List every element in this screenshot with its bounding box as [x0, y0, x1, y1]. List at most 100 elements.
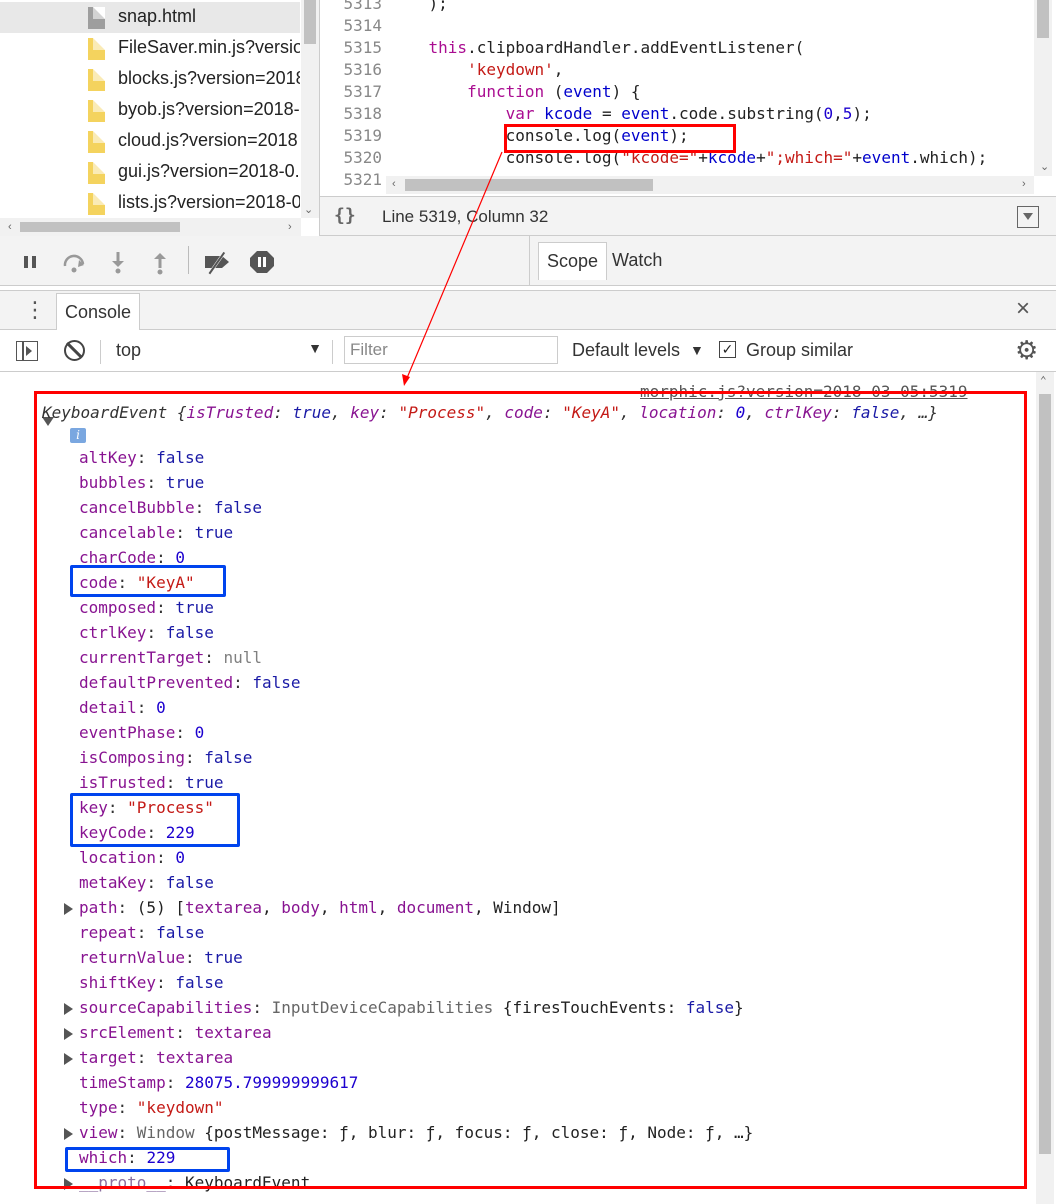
- expand-arrow-icon[interactable]: [64, 1178, 73, 1190]
- code-token: console.log(: [390, 126, 622, 145]
- step-out-icon[interactable]: [146, 248, 174, 276]
- property-row[interactable]: sourceCapabilities: InputDeviceCapabilit…: [79, 998, 744, 1023]
- code-line[interactable]: 5313 );: [320, 0, 1056, 16]
- info-icon[interactable]: i: [70, 428, 86, 443]
- code-line[interactable]: 5314: [320, 16, 1056, 38]
- expand-arrow-icon[interactable]: [64, 903, 73, 915]
- property-colon: :: [184, 748, 205, 767]
- tab-console[interactable]: Console: [56, 293, 141, 330]
- code-line[interactable]: 5320 console.log("kcode="+kcode+";which=…: [320, 148, 1056, 170]
- code-line[interactable]: 5319 console.log(event);: [320, 126, 1056, 148]
- console-scroll-up-icon[interactable]: ⌃: [1040, 374, 1047, 387]
- file-item[interactable]: FileSaver.min.js?versio: [0, 33, 300, 64]
- file-item[interactable]: byob.js?version=2018-: [0, 95, 300, 126]
- pause-on-exceptions-icon[interactable]: [248, 248, 276, 276]
- code-line[interactable]: 5318 var kcode = event.code.substring(0,…: [320, 104, 1056, 126]
- execution-context-select[interactable]: top ▼: [116, 340, 322, 364]
- tab-scope[interactable]: Scope: [538, 242, 608, 280]
- scroll-right-arrow-icon[interactable]: ›: [288, 221, 292, 233]
- file-icon: [88, 193, 105, 215]
- expand-arrow-icon[interactable]: [64, 1003, 73, 1015]
- pretty-print-braces-icon[interactable]: {}: [334, 205, 356, 226]
- property-value: true: [175, 598, 214, 617]
- console-scroll-thumb[interactable]: [1039, 394, 1051, 1154]
- property-row[interactable]: __proto__: KeyboardEvent: [79, 1173, 310, 1198]
- expand-arrow-icon[interactable]: [64, 1028, 73, 1040]
- property-value: "Process": [127, 798, 214, 817]
- file-item[interactable]: lists.js?version=2018-0: [0, 188, 300, 219]
- property-value: textarea: [184, 898, 263, 917]
- editor-scroll-thumb[interactable]: [1037, 0, 1049, 38]
- line-number[interactable]: 5318: [320, 104, 382, 123]
- property-colon: :: [107, 798, 128, 817]
- group-similar-checkbox[interactable]: ✓: [719, 341, 736, 358]
- editor-scroll-left-icon[interactable]: ‹: [392, 178, 396, 190]
- property-value: true: [204, 948, 243, 967]
- file-icon: [88, 162, 105, 184]
- chevron-down-icon[interactable]: ▼: [690, 342, 704, 358]
- line-number[interactable]: 5313: [320, 0, 382, 13]
- property-colon: :: [117, 898, 137, 917]
- gear-icon[interactable]: ⚙: [1015, 335, 1038, 366]
- code-token: event: [862, 148, 911, 167]
- deactivate-breakpoints-icon[interactable]: [202, 248, 230, 276]
- code-line[interactable]: 5315 this.clipboardHandler.addEventListe…: [320, 38, 1056, 60]
- editor-hscroll-thumb[interactable]: [405, 179, 653, 191]
- line-number[interactable]: 5316: [320, 60, 382, 79]
- scroll-down-arrow-icon[interactable]: ⌄: [304, 203, 313, 216]
- step-over-icon[interactable]: [60, 248, 88, 276]
- property-key: detail: [79, 698, 137, 717]
- code-line[interactable]: 5316 'keydown',: [320, 60, 1056, 82]
- tab-watch[interactable]: Watch: [604, 242, 670, 280]
- file-item[interactable]: snap.html: [0, 2, 300, 33]
- line-number[interactable]: 5317: [320, 82, 382, 101]
- property-key: target: [79, 1048, 137, 1067]
- property-value: 0: [156, 698, 166, 717]
- filter-input[interactable]: [344, 336, 558, 364]
- code-line[interactable]: 5317 function (event) {: [320, 82, 1056, 104]
- toggle-drawer-icon[interactable]: [1017, 206, 1039, 228]
- editor-scroll-down-icon[interactable]: ⌄: [1040, 160, 1049, 173]
- expand-arrow-icon[interactable]: [64, 1053, 73, 1065]
- line-number[interactable]: 5315: [320, 38, 382, 57]
- navigator-hscroll-thumb[interactable]: [20, 222, 180, 232]
- show-console-sidebar-icon[interactable]: [16, 341, 38, 361]
- file-item[interactable]: blocks.js?version=2018: [0, 64, 300, 95]
- property-key: code: [79, 573, 118, 592]
- step-into-icon[interactable]: [104, 248, 132, 276]
- log-levels-select[interactable]: Default levels: [572, 340, 680, 361]
- property-row[interactable]: target: textarea: [79, 1048, 233, 1073]
- source-link[interactable]: morphic.js?version=2018-03-05:5319: [640, 382, 968, 401]
- file-item[interactable]: cloud.js?version=2018: [0, 126, 300, 157]
- close-drawer-icon[interactable]: ×: [1016, 295, 1030, 323]
- code-token: .which);: [910, 148, 988, 167]
- line-number[interactable]: 5319: [320, 126, 382, 145]
- line-number[interactable]: 5314: [320, 16, 382, 35]
- summary-token: key: [350, 403, 380, 422]
- code-editor[interactable]: 5313 ); 5314 5315 this.clipboardHandler.ad…: [320, 0, 1056, 196]
- pause-icon[interactable]: [16, 248, 44, 276]
- object-summary[interactable]: KeyboardEvent {isTrusted: true, key: "Pr…: [42, 403, 938, 422]
- summary-token: ,: [331, 403, 351, 422]
- line-number[interactable]: 5321: [320, 170, 382, 189]
- property-colon: :: [175, 723, 195, 742]
- more-options-icon[interactable]: ⋮: [24, 297, 46, 323]
- property-row[interactable]: path: (5) [textarea, body, html, documen…: [79, 898, 561, 923]
- debugger-toolbar: [0, 236, 530, 286]
- expand-arrow-icon[interactable]: [64, 1128, 73, 1140]
- property-row[interactable]: view: Window {postMessage: ƒ, blur: ƒ, f…: [79, 1123, 753, 1148]
- scroll-left-arrow-icon[interactable]: ‹: [8, 221, 12, 233]
- property-value: ,: [319, 898, 340, 917]
- line-number[interactable]: 5320: [320, 148, 382, 167]
- navigator-scroll-thumb[interactable]: [304, 0, 316, 44]
- clear-console-icon[interactable]: [64, 340, 85, 361]
- property-row[interactable]: srcElement: textarea: [79, 1023, 272, 1048]
- property-value: ,: [262, 898, 282, 917]
- property-value: 28075.799999999617: [184, 1073, 359, 1092]
- property-row: isComposing: false: [79, 748, 252, 773]
- file-item[interactable]: gui.js?version=2018-0.: [0, 157, 300, 188]
- editor-scroll-right-icon[interactable]: ›: [1022, 178, 1026, 190]
- code-token: );: [390, 0, 448, 13]
- property-colon: :: [156, 548, 176, 567]
